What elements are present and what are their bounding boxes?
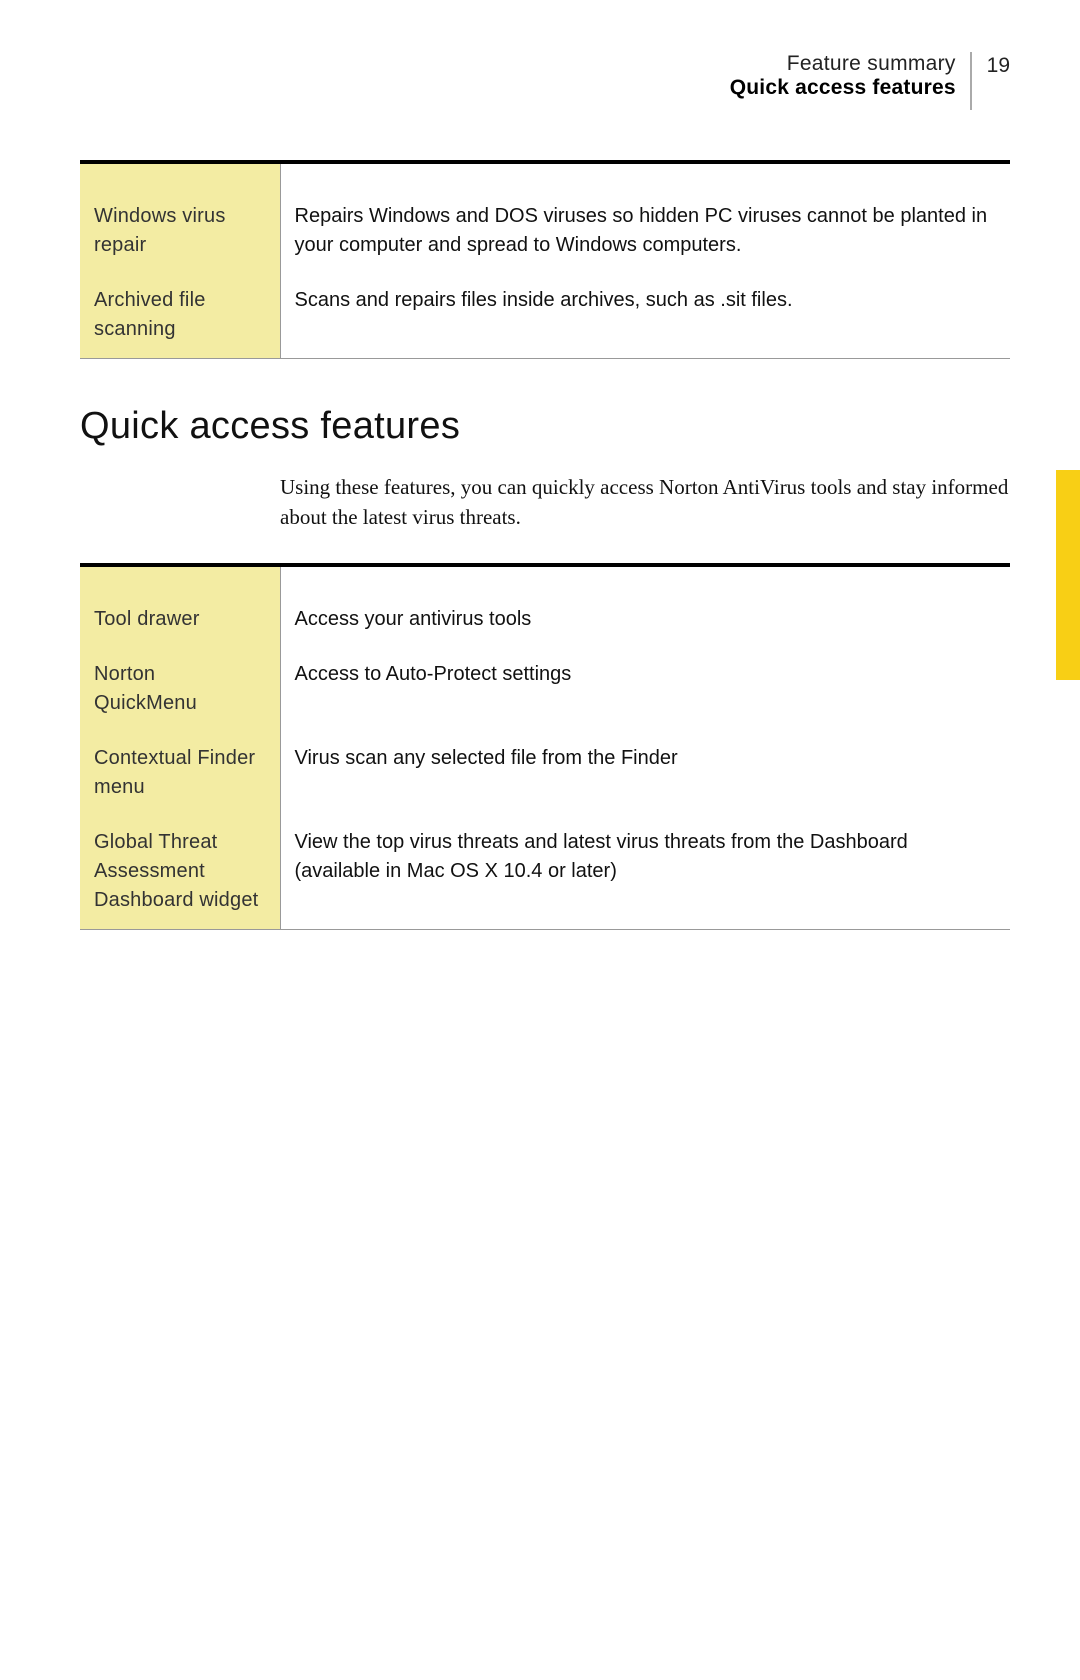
feature-desc: Virus scan any selected file from the Fi… [280,732,1010,816]
section-intro: Using these features, you can quickly ac… [280,472,1010,533]
table-row: Global Threat Assessment Dashboard widge… [80,816,1010,930]
table-row: Windows virus repair Repairs Windows and… [80,190,1010,274]
feature-desc: Scans and repairs files inside archives,… [280,274,1010,359]
feature-term: Tool drawer [80,593,280,648]
feature-desc: Repairs Windows and DOS viruses so hidde… [280,190,1010,274]
feature-table-top: Windows virus repair Repairs Windows and… [80,160,1010,359]
feature-term: Contextual Finder menu [80,732,280,816]
header-divider [970,52,972,110]
breadcrumb-section: Quick access features [730,76,956,100]
feature-term: Windows virus repair [80,190,280,274]
table-row: Tool drawer Access your antivirus tools [80,593,1010,648]
breadcrumb: Feature summary [730,52,956,76]
table-row: Archived file scanning Scans and repairs… [80,274,1010,359]
page-body: Feature summary Quick access features 19… [0,0,1080,1016]
feature-desc: Access your antivirus tools [280,593,1010,648]
feature-term: Archived file scanning [80,274,280,359]
table-row: Norton QuickMenu Access to Auto-Protect … [80,648,1010,732]
table-row: Contextual Finder menu Virus scan any se… [80,732,1010,816]
feature-term: Norton QuickMenu [80,648,280,732]
section-heading: Quick access features [80,405,1010,448]
page-header: Feature summary Quick access features 19 [80,52,1010,110]
thumb-tab [1056,470,1080,680]
page-number: 19 [987,54,1010,78]
feature-table-quick-access: Tool drawer Access your antivirus tools … [80,563,1010,930]
feature-desc: Access to Auto-Protect settings [280,648,1010,732]
feature-term: Global Threat Assessment Dashboard widge… [80,816,280,930]
feature-desc: View the top virus threats and latest vi… [280,816,1010,930]
